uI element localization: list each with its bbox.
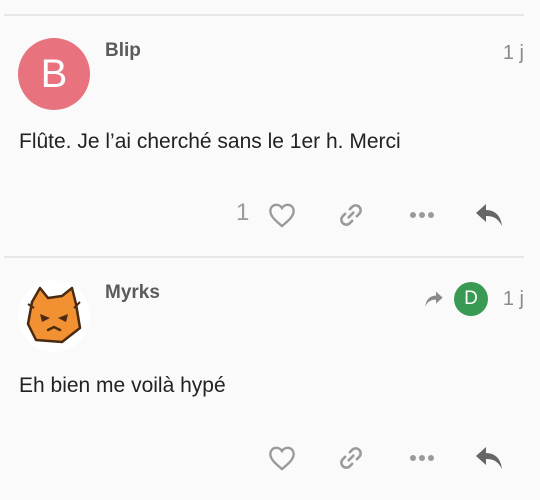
post-myrks: Myrks D 1 j Eh bien me voilà hypé xyxy=(0,258,540,500)
like-count[interactable]: 1 xyxy=(236,199,249,227)
reply-to-indicator[interactable]: D xyxy=(424,282,488,316)
username[interactable]: Blip xyxy=(105,40,141,62)
post-age[interactable]: 1 j xyxy=(503,288,524,311)
link-icon[interactable] xyxy=(335,442,367,474)
link-icon[interactable] xyxy=(335,199,367,231)
post-content: Eh bien me voilà hypé xyxy=(19,374,226,397)
reply-to-arrow-icon xyxy=(425,291,443,307)
post-blip: B Blip 1 j Flûte. Je l’ai cherché sans l… xyxy=(0,16,540,256)
avatar-letter: B xyxy=(40,51,68,96)
reply-to-avatar: D xyxy=(454,282,488,316)
post-content: Flûte. Je l’ai cherché sans le 1er h. Me… xyxy=(19,130,401,153)
heart-icon[interactable] xyxy=(266,442,298,474)
heart-icon[interactable] xyxy=(266,199,298,231)
reply-icon[interactable] xyxy=(473,442,505,474)
reply-to-avatar-letter: D xyxy=(464,288,478,309)
avatar[interactable] xyxy=(18,280,90,352)
reply-icon[interactable] xyxy=(473,199,505,231)
orange-cat-mascot-icon xyxy=(26,286,82,344)
post-age[interactable]: 1 j xyxy=(503,42,524,65)
more-icon[interactable] xyxy=(407,199,437,231)
username[interactable]: Myrks xyxy=(105,282,160,304)
post-actions: 1 xyxy=(0,195,540,235)
avatar[interactable]: B xyxy=(18,38,90,110)
post-actions xyxy=(0,438,540,478)
more-icon[interactable] xyxy=(407,442,437,474)
